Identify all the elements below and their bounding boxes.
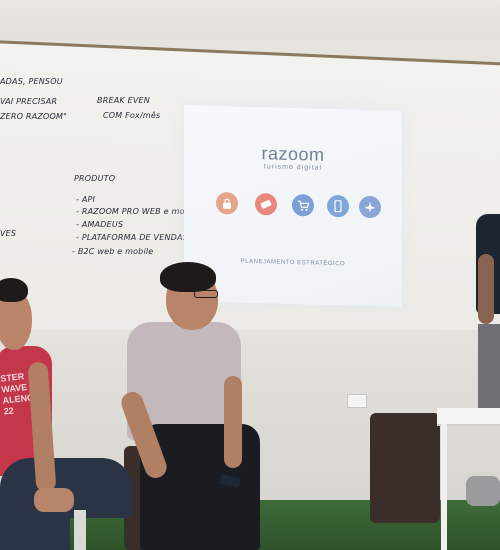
hair xyxy=(160,262,216,292)
whiteboard-note: - RAZOOM PRO WEB e mobile xyxy=(76,207,200,216)
pouf-seat xyxy=(370,413,440,523)
whiteboard-note: PRODUTO xyxy=(74,174,116,183)
grey-shorts xyxy=(478,324,500,408)
arm xyxy=(478,254,494,324)
whiteboard-note: ZERO RAZOOM" xyxy=(0,112,68,121)
whiteboard-note: - API xyxy=(76,195,96,204)
whiteboard-note: - AMADEUS xyxy=(76,220,124,229)
whiteboard-note: - PLATAFORMA DE VENDAS xyxy=(76,233,188,242)
plane-icon xyxy=(359,195,381,219)
whiteboard-note: VES xyxy=(0,229,17,238)
whiteboard-note: VAI PRECISAR xyxy=(0,97,58,106)
hands xyxy=(34,488,74,512)
whiteboard-note: COM Fox/mês xyxy=(103,111,161,120)
whiteboard-note: BREAK EVEN xyxy=(97,96,150,105)
photo-scene: ADAS, PENSOU VAI PRECISAR ZERO RAZOOM" B… xyxy=(0,0,500,550)
hair xyxy=(0,278,28,302)
cart-icon xyxy=(292,193,314,217)
slide-subtitle: PLANEJAMENTO ESTRATÉGICO xyxy=(240,258,346,268)
chair-leg xyxy=(74,510,86,550)
arm xyxy=(224,376,242,468)
whiteboard-note: ADAS, PENSOU xyxy=(0,77,63,86)
whiteboard-note: - B2C web e mobile xyxy=(72,247,154,256)
sneaker xyxy=(466,476,500,506)
wall-outlet xyxy=(347,394,367,408)
table-leg xyxy=(441,424,447,550)
ticket-icon xyxy=(255,193,277,216)
glasses xyxy=(194,290,218,298)
projected-slide: razoom turismo digital PLANEJAMENTO ESTR… xyxy=(184,105,402,307)
white-table xyxy=(437,408,500,424)
lock-icon xyxy=(216,191,238,215)
mobile-icon xyxy=(327,194,349,218)
ceiling xyxy=(0,0,500,40)
